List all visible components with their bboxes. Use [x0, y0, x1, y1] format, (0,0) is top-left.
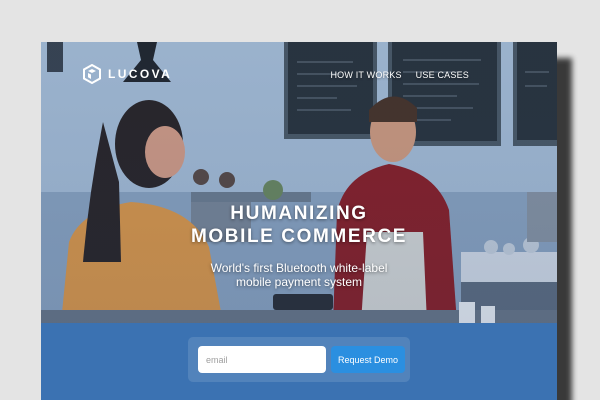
- hexagon-logo-icon: [83, 64, 101, 84]
- hero-section: LUCOVA HOW IT WORKS USE CASES HUMANIZING…: [41, 42, 557, 323]
- hero-subline: World's first Bluetooth white-label mobi…: [181, 261, 417, 289]
- subline-line-2: mobile payment system: [235, 275, 363, 289]
- landing-page: LUCOVA HOW IT WORKS USE CASES HUMANIZING…: [41, 42, 557, 400]
- headline-line-2: MOBILE COMMERCE: [190, 226, 408, 247]
- hero-headline: HUMANIZING MOBILE COMMERCE: [189, 202, 409, 248]
- nav-link-how-it-works[interactable]: HOW IT WORKS: [330, 70, 401, 80]
- nav-links: HOW IT WORKS USE CASES: [330, 70, 469, 80]
- brand-name: LUCOVA: [108, 67, 173, 81]
- top-nav: LUCOVA HOW IT WORKS USE CASES: [41, 42, 557, 112]
- headline-line-1: HUMANIZING: [230, 203, 368, 224]
- brand-logo[interactable]: LUCOVA: [82, 64, 172, 84]
- demo-request-form: Request Demo: [188, 337, 410, 382]
- signup-band: Request Demo: [41, 323, 557, 400]
- request-demo-button[interactable]: Request Demo: [331, 346, 405, 373]
- subline-line-1: World's first Bluetooth white-label: [210, 261, 388, 275]
- email-input[interactable]: [198, 346, 326, 373]
- nav-link-use-cases[interactable]: USE CASES: [416, 70, 469, 80]
